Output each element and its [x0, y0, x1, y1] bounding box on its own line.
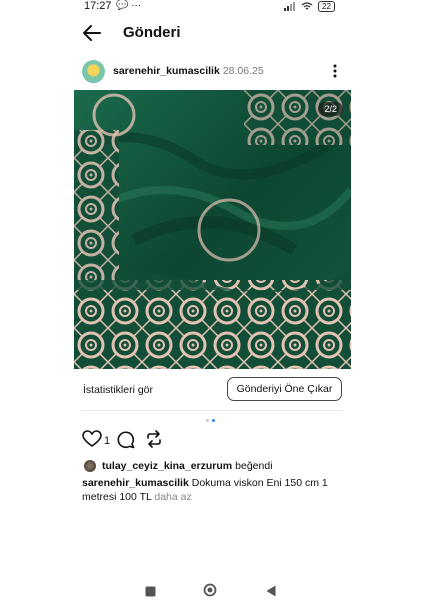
fabric-photo [74, 90, 351, 369]
like-count[interactable]: 1 [104, 435, 110, 447]
liker-avatar[interactable] [84, 460, 96, 472]
carousel-dot-active [212, 419, 215, 422]
liked-by-row: tulay_ceyiz_kina_erzurum beğendi [84, 458, 273, 474]
carousel-indicator [206, 419, 215, 422]
post-image[interactable]: 2/2 [74, 90, 351, 369]
liker-username[interactable]: tulay_ceyiz_kina_erzurum [102, 460, 232, 472]
like-button[interactable] [82, 430, 102, 453]
top-app-bar: Gönderi [0, 18, 424, 50]
insights-row: İstatistikleri gör Gönderiyi Öne Çıkar [82, 377, 342, 403]
back-button[interactable] [82, 24, 104, 44]
status-bar: 17:27 💬 ··· 22 [0, 0, 424, 14]
carousel-dot [206, 419, 209, 422]
battery-indicator: 22 [318, 1, 335, 12]
image-counter: 2/2 [318, 102, 343, 116]
system-navigation-bar [0, 580, 424, 600]
divider [82, 410, 342, 411]
comment-button[interactable] [116, 430, 135, 454]
post-actions: 1 [82, 430, 202, 454]
show-less-link[interactable]: daha az [154, 491, 191, 503]
home-button[interactable] [203, 583, 217, 602]
wifi-icon [301, 2, 313, 10]
more-vertical-icon [333, 64, 337, 78]
comment-icon [117, 431, 135, 449]
avatar[interactable] [82, 60, 105, 83]
username-text[interactable]: sarenehir_kumascilik [113, 65, 220, 77]
square-nav-icon [145, 586, 156, 597]
caption-username[interactable]: sarenehir_kumascilik [82, 477, 189, 489]
status-icons: 22 [284, 1, 335, 12]
post-date: 28.06.25 [222, 65, 264, 77]
repost-icon [147, 430, 161, 448]
page-title: Gönderi [123, 24, 181, 41]
view-insights-link[interactable]: İstatistikleri gör [83, 384, 153, 396]
back-nav-button[interactable] [266, 584, 276, 602]
boost-post-button[interactable]: Gönderiyi Öne Çıkar [227, 377, 342, 401]
recents-button[interactable] [145, 584, 156, 602]
circle-nav-icon [203, 583, 217, 597]
back-arrow-icon [83, 25, 101, 41]
notification-icons: 💬 ··· [116, 0, 142, 11]
post-header: sarenehir_kumascilik 28.06.25 [82, 60, 344, 84]
repost-button[interactable] [145, 430, 163, 453]
liked-by-text: beğendi [235, 460, 273, 472]
more-options-button[interactable] [330, 63, 340, 79]
post-caption: sarenehir_kumascilik Dokuma viskon Eni 1… [82, 476, 348, 504]
signal-icon [284, 2, 295, 11]
status-time: 17:27 [84, 0, 112, 12]
heart-icon [82, 430, 102, 447]
post-username[interactable]: sarenehir_kumascilik 28.06.25 [113, 65, 264, 77]
triangle-back-icon [266, 585, 276, 597]
